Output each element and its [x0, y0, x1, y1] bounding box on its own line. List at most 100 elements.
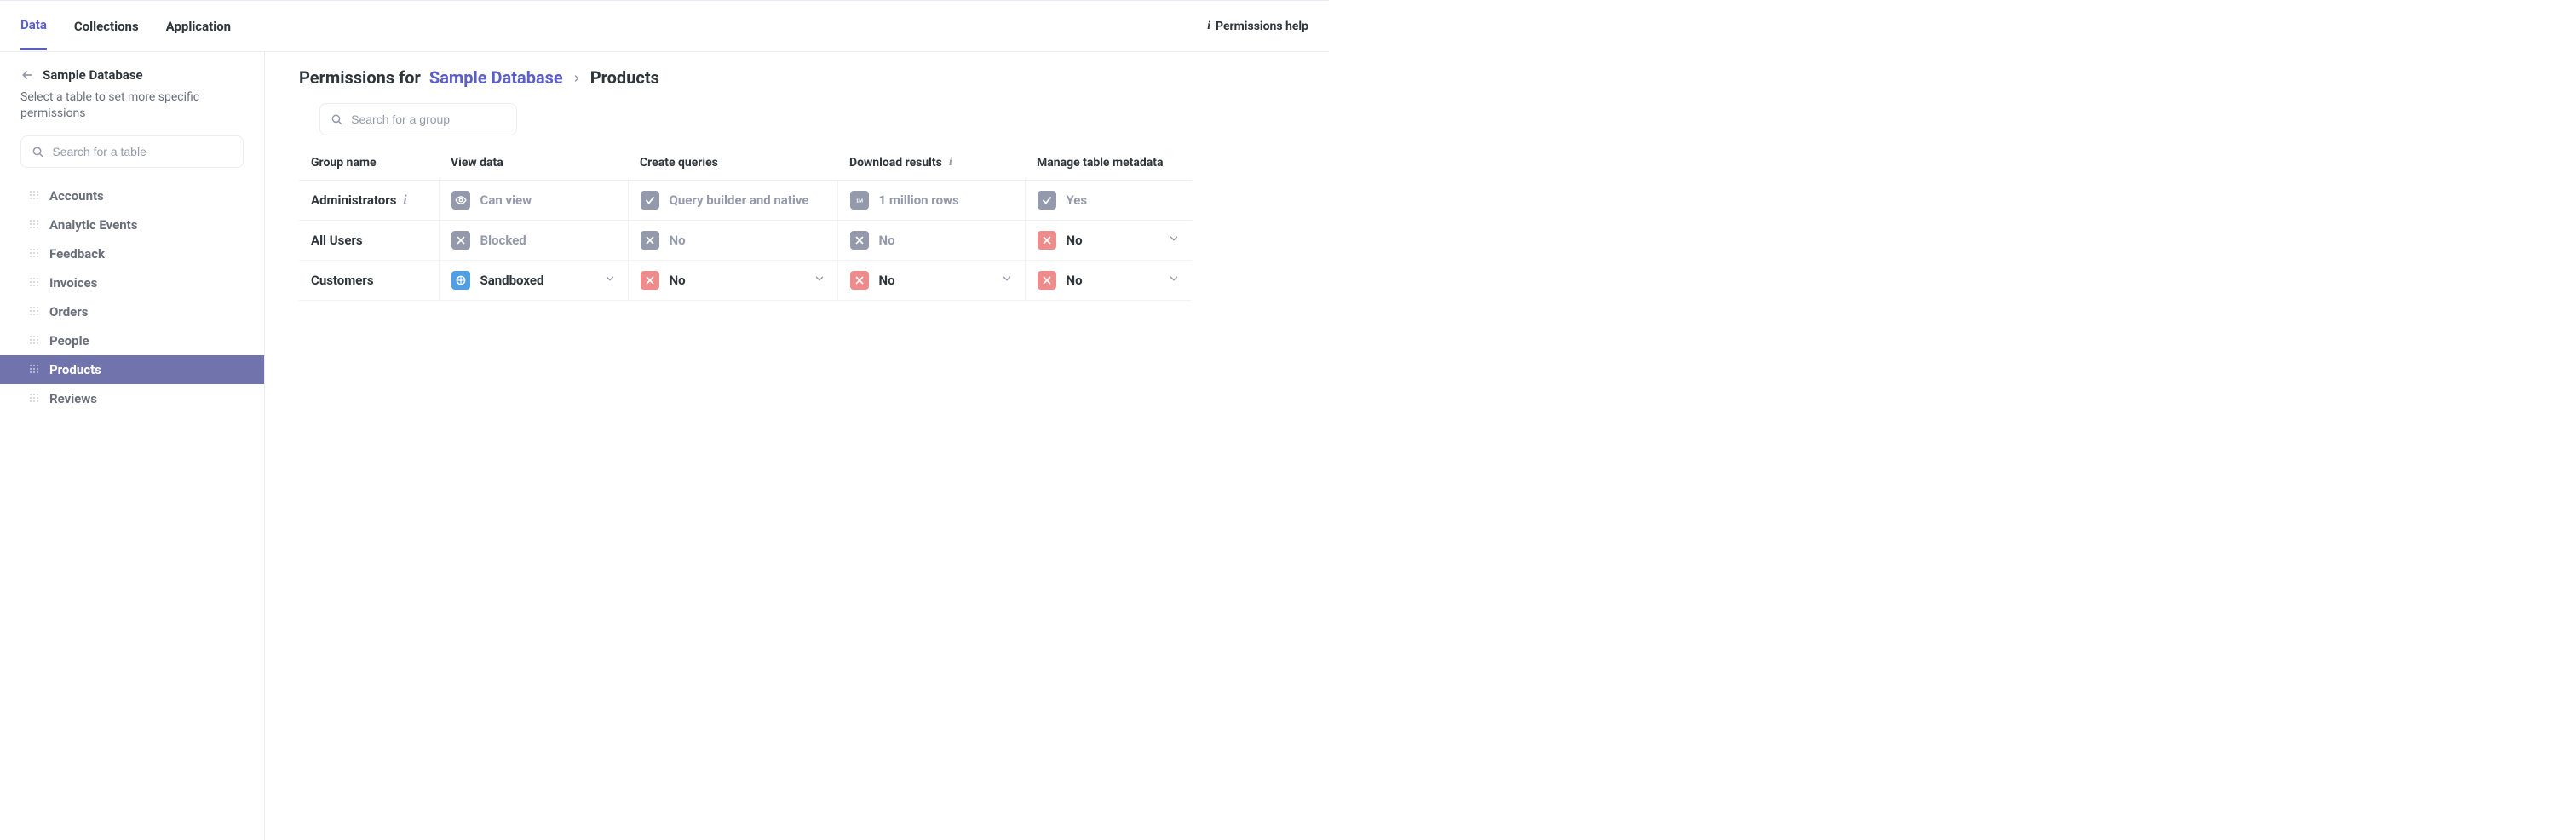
perm-cell-label: Sandboxed — [480, 273, 544, 288]
perm-cell-label: No — [879, 273, 895, 288]
sidebar-item-invoices[interactable]: Invoices — [0, 268, 264, 297]
group-name-cell: Customers — [299, 261, 439, 301]
arrow-left-icon — [20, 68, 34, 82]
x-icon — [1038, 231, 1056, 250]
perm-cell-manage: Yes — [1025, 181, 1192, 221]
check-icon — [641, 191, 659, 210]
perm-cell-download: No — [837, 221, 1025, 261]
x-icon — [451, 231, 470, 250]
chevron-down-icon — [1168, 273, 1180, 288]
sidebar-item-label: People — [49, 333, 89, 348]
col-create-queries: Create queries — [628, 146, 837, 181]
tab-collections[interactable]: Collections — [74, 3, 139, 49]
perm-cell-create[interactable]: No — [628, 261, 837, 301]
info-icon[interactable]: i — [949, 156, 952, 170]
perm-cell-create: No — [628, 221, 837, 261]
table-row: Customers Sandboxed No No No — [299, 261, 1192, 301]
group-name-cell: Administrators i — [299, 181, 439, 221]
group-name-label: All Users — [311, 233, 363, 248]
search-icon — [32, 145, 43, 158]
permissions-help-link[interactable]: i Permissions help — [1207, 20, 1308, 33]
col-view-data: View data — [439, 146, 628, 181]
table-search[interactable] — [20, 135, 244, 168]
tab-application[interactable]: Application — [166, 3, 231, 49]
sidebar-item-people[interactable]: People — [0, 326, 264, 355]
col-group-name: Group name — [299, 146, 439, 181]
chevron-down-icon — [1001, 273, 1013, 288]
table-row: Administrators i Can view Query builder and… — [299, 181, 1192, 221]
sidebar-item-accounts[interactable]: Accounts — [0, 181, 264, 210]
perm-cell-label: No — [1067, 233, 1083, 248]
perm-cell-create: Query builder and native — [628, 181, 837, 221]
table-search-input[interactable] — [52, 145, 233, 158]
perm-cell-manage[interactable]: No — [1025, 221, 1192, 261]
check-icon — [1038, 191, 1056, 210]
group-search-input[interactable] — [351, 112, 506, 126]
perm-cell-download[interactable]: No — [837, 261, 1025, 301]
top-nav: Data Collections Application i Permissio… — [0, 1, 1329, 52]
info-icon: i — [1207, 20, 1210, 33]
group-name-label: Administrators — [311, 193, 396, 208]
grip-icon — [29, 362, 39, 377]
group-name-label: Customers — [311, 273, 374, 288]
main: Permissions for Sample Database Products… — [265, 52, 1329, 840]
sidebar-item-label: Feedback — [49, 246, 105, 262]
permissions-help-label: Permissions help — [1216, 20, 1308, 33]
chevron-down-icon — [814, 273, 825, 288]
sidebar-item-products[interactable]: Products — [0, 355, 264, 384]
perm-cell-view: Can view — [439, 181, 628, 221]
perm-cell-label: No — [1067, 273, 1083, 288]
tab-data[interactable]: Data — [20, 2, 47, 50]
info-icon[interactable]: i — [403, 193, 406, 208]
grip-icon — [29, 188, 39, 204]
sidebar-item-reviews[interactable]: Reviews — [0, 384, 264, 413]
x-icon — [641, 231, 659, 250]
table-row: All Users Blocked No No No — [299, 221, 1192, 261]
x-icon — [850, 271, 869, 290]
col-download-results: Download results i — [837, 146, 1025, 181]
breadcrumb: Permissions for Sample Database Products — [299, 67, 1295, 88]
breadcrumb-table: Products — [590, 67, 659, 88]
perm-cell-label: No — [879, 233, 895, 248]
perm-cell-view[interactable]: Sandboxed — [439, 261, 628, 301]
perm-cell-download: 1M 1 million rows — [837, 181, 1025, 221]
grip-icon — [29, 246, 39, 262]
grip-icon — [29, 391, 39, 406]
x-icon — [850, 231, 869, 250]
grip-icon — [29, 217, 39, 233]
chevron-down-icon — [604, 273, 616, 288]
breadcrumb-prefix: Permissions for — [299, 67, 421, 88]
sidebar-title: Sample Database — [43, 67, 143, 83]
grip-icon — [29, 304, 39, 319]
sidebar-back[interactable]: Sample Database — [0, 67, 264, 83]
perm-cell-manage[interactable]: No — [1025, 261, 1192, 301]
sidebar-table-list: Accounts Analytic Events Feedback Invoices O… — [0, 181, 264, 413]
sidebar-item-analytic-events[interactable]: Analytic Events — [0, 210, 264, 239]
sidebar-item-label: Orders — [49, 304, 88, 319]
grip-icon — [29, 333, 39, 348]
group-search[interactable] — [319, 103, 517, 135]
top-nav-tabs: Data Collections Application — [20, 2, 231, 50]
permissions-table: Group name View data Create queries Down… — [299, 146, 1192, 301]
perm-cell-label: 1 million rows — [879, 193, 959, 208]
grip-icon — [29, 275, 39, 291]
sidebar-item-label: Products — [49, 362, 101, 377]
sandbox-icon — [451, 271, 470, 290]
x-icon — [641, 271, 659, 290]
chevron-down-icon — [1168, 233, 1180, 248]
sidebar-item-label: Reviews — [49, 391, 97, 406]
perm-cell-label: Can view — [480, 193, 532, 208]
breadcrumb-db-link[interactable]: Sample Database — [429, 67, 563, 88]
perm-cell-label: Query builder and native — [670, 193, 809, 208]
sidebar-subtitle: Select a table to set more specific perm… — [0, 83, 264, 135]
perm-cell-label: No — [670, 273, 686, 288]
eye-icon — [451, 191, 470, 210]
sidebar-item-label: Analytic Events — [49, 217, 137, 233]
group-name-cell: All Users — [299, 221, 439, 261]
x-icon — [1038, 271, 1056, 290]
sidebar-item-feedback[interactable]: Feedback — [0, 239, 264, 268]
sidebar: Sample Database Select a table to set mo… — [0, 52, 265, 840]
svg-text:1M: 1M — [855, 198, 862, 204]
perm-cell-label: Blocked — [480, 233, 526, 248]
sidebar-item-orders[interactable]: Orders — [0, 297, 264, 326]
